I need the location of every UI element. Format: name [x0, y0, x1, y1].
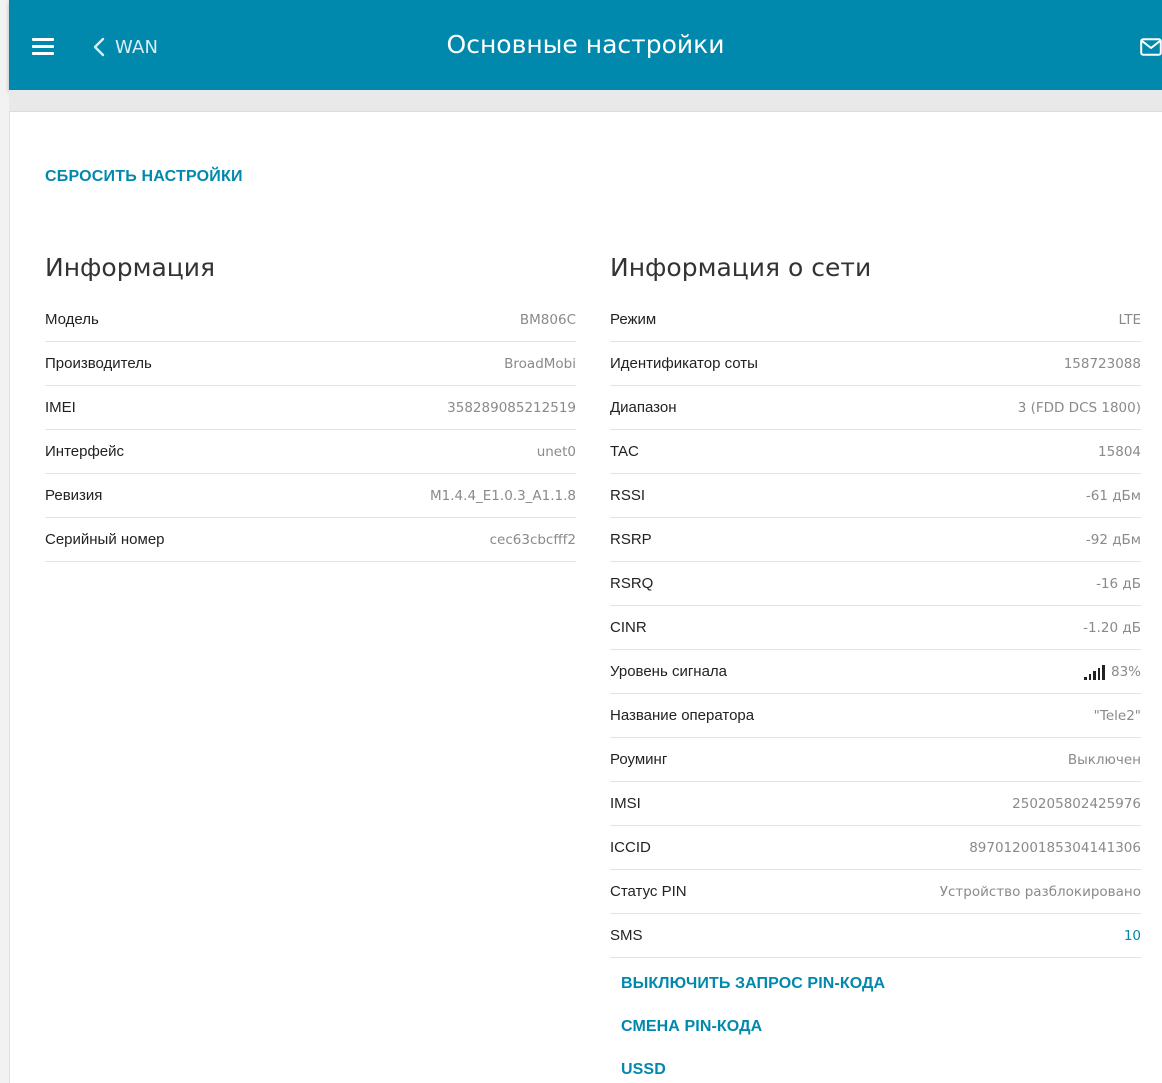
- signal-value: 83%: [1084, 664, 1141, 680]
- row-label: Уровень сигнала: [610, 663, 728, 680]
- row-label: Ревизия: [45, 487, 103, 504]
- page-title: Основные настройки: [446, 30, 725, 59]
- signal-bars-icon: [1084, 664, 1105, 680]
- row-label: IMEI: [45, 399, 76, 416]
- info-row-serial: Серийный номер cec63cbcfff2: [45, 518, 576, 562]
- net-row-rsrp: RSRP -92 дБм: [610, 518, 1141, 562]
- row-value: BroadMobi: [504, 355, 576, 372]
- net-row-roaming: Роуминг Выключен: [610, 738, 1141, 782]
- row-label: Интерфейс: [45, 443, 125, 460]
- row-value: unet0: [536, 443, 576, 460]
- ussd-button[interactable]: USSD: [621, 1061, 666, 1079]
- row-label: Роуминг: [610, 751, 668, 768]
- row-value: 3 (FDD DCS 1800): [1017, 399, 1141, 416]
- change-pin-button[interactable]: СМЕНА PIN-КОДА: [621, 1018, 762, 1036]
- row-value: 250205802425976: [1012, 795, 1141, 812]
- top-bar: WAN Основные настройки: [9, 0, 1162, 90]
- net-row-operator: Название оператора "Tele2": [610, 694, 1141, 738]
- row-label: Режим: [610, 311, 657, 328]
- row-label: RSSI: [610, 487, 646, 504]
- row-label: Модель: [45, 311, 99, 328]
- net-row-sms: SMS 10: [610, 914, 1141, 958]
- row-label: Производитель: [45, 355, 152, 372]
- mail-icon[interactable]: [1140, 38, 1162, 56]
- row-value: 15804: [1098, 443, 1141, 460]
- row-label: SMS: [610, 927, 643, 944]
- row-value: -16 дБ: [1096, 575, 1141, 592]
- row-value: -61 дБм: [1085, 487, 1141, 504]
- net-row-iccid: ICCID 89701200185304141306: [610, 826, 1141, 870]
- signal-percent: 83%: [1110, 663, 1141, 680]
- row-label: Статус PIN: [610, 883, 687, 900]
- net-row-tac: TAC 15804: [610, 430, 1141, 474]
- row-label: RSRP: [610, 531, 652, 548]
- row-value: Устройство разблокировано: [939, 883, 1141, 900]
- net-row-imsi: IMSI 250205802425976: [610, 782, 1141, 826]
- net-row-cinr: CINR -1.20 дБ: [610, 606, 1141, 650]
- row-value: 358289085212519: [447, 399, 576, 416]
- row-value: "Tele2": [1093, 707, 1141, 724]
- reset-settings-button[interactable]: СБРОСИТЬ НАСТРОЙКИ: [45, 168, 243, 186]
- info-row-model: Модель BM806C: [45, 298, 576, 342]
- row-value: cec63cbcfff2: [489, 531, 576, 548]
- device-info-list: Модель BM806C Производитель BroadMobi IM…: [45, 298, 576, 562]
- network-info-list: Режим LTE Идентификатор соты 158723088 Д…: [610, 298, 1141, 958]
- row-value: BM806C: [519, 311, 576, 328]
- info-row-vendor: Производитель BroadMobi: [45, 342, 576, 386]
- row-label: ICCID: [610, 839, 651, 856]
- net-row-cell-id: Идентификатор соты 158723088: [610, 342, 1141, 386]
- net-row-mode: Режим LTE: [610, 298, 1141, 342]
- row-label: Диапазон: [610, 399, 677, 416]
- row-value: Выключен: [1067, 751, 1141, 768]
- row-value: -92 дБм: [1085, 531, 1141, 548]
- row-value: 89701200185304141306: [969, 839, 1141, 856]
- row-value: M1.4.4_E1.0.3_A1.1.8: [430, 487, 576, 504]
- net-row-rsrq: RSRQ -16 дБ: [610, 562, 1141, 606]
- row-label: Серийный номер: [45, 531, 165, 548]
- net-row-pin-status: Статус PIN Устройство разблокировано: [610, 870, 1141, 914]
- row-label: IMSI: [610, 795, 641, 812]
- sms-count-link[interactable]: 10: [1124, 928, 1141, 944]
- row-value: -1.20 дБ: [1083, 619, 1141, 636]
- row-value: LTE: [1118, 311, 1141, 328]
- row-label: RSRQ: [610, 575, 654, 592]
- info-row-imei: IMEI 358289085212519: [45, 386, 576, 430]
- row-label: Идентификатор соты: [610, 355, 758, 372]
- info-row-revision: Ревизия M1.4.4_E1.0.3_A1.1.8: [45, 474, 576, 518]
- disable-pin-request-button[interactable]: ВЫКЛЮЧИТЬ ЗАПРОС PIN-КОДА: [621, 975, 885, 993]
- info-row-interface: Интерфейс unet0: [45, 430, 576, 474]
- header-shadow-strip: [9, 90, 1162, 112]
- row-label: Название оператора: [610, 707, 755, 724]
- net-row-band: Диапазон 3 (FDD DCS 1800): [610, 386, 1141, 430]
- network-section-title: Информация о сети: [610, 253, 872, 282]
- info-section-title: Информация: [45, 253, 216, 282]
- net-row-rssi: RSSI -61 дБм: [610, 474, 1141, 518]
- row-value: 158723088: [1063, 355, 1141, 372]
- row-label: TAC: [610, 443, 639, 460]
- net-row-signal-level: Уровень сигнала 83%: [610, 650, 1141, 694]
- row-label: CINR: [610, 619, 647, 636]
